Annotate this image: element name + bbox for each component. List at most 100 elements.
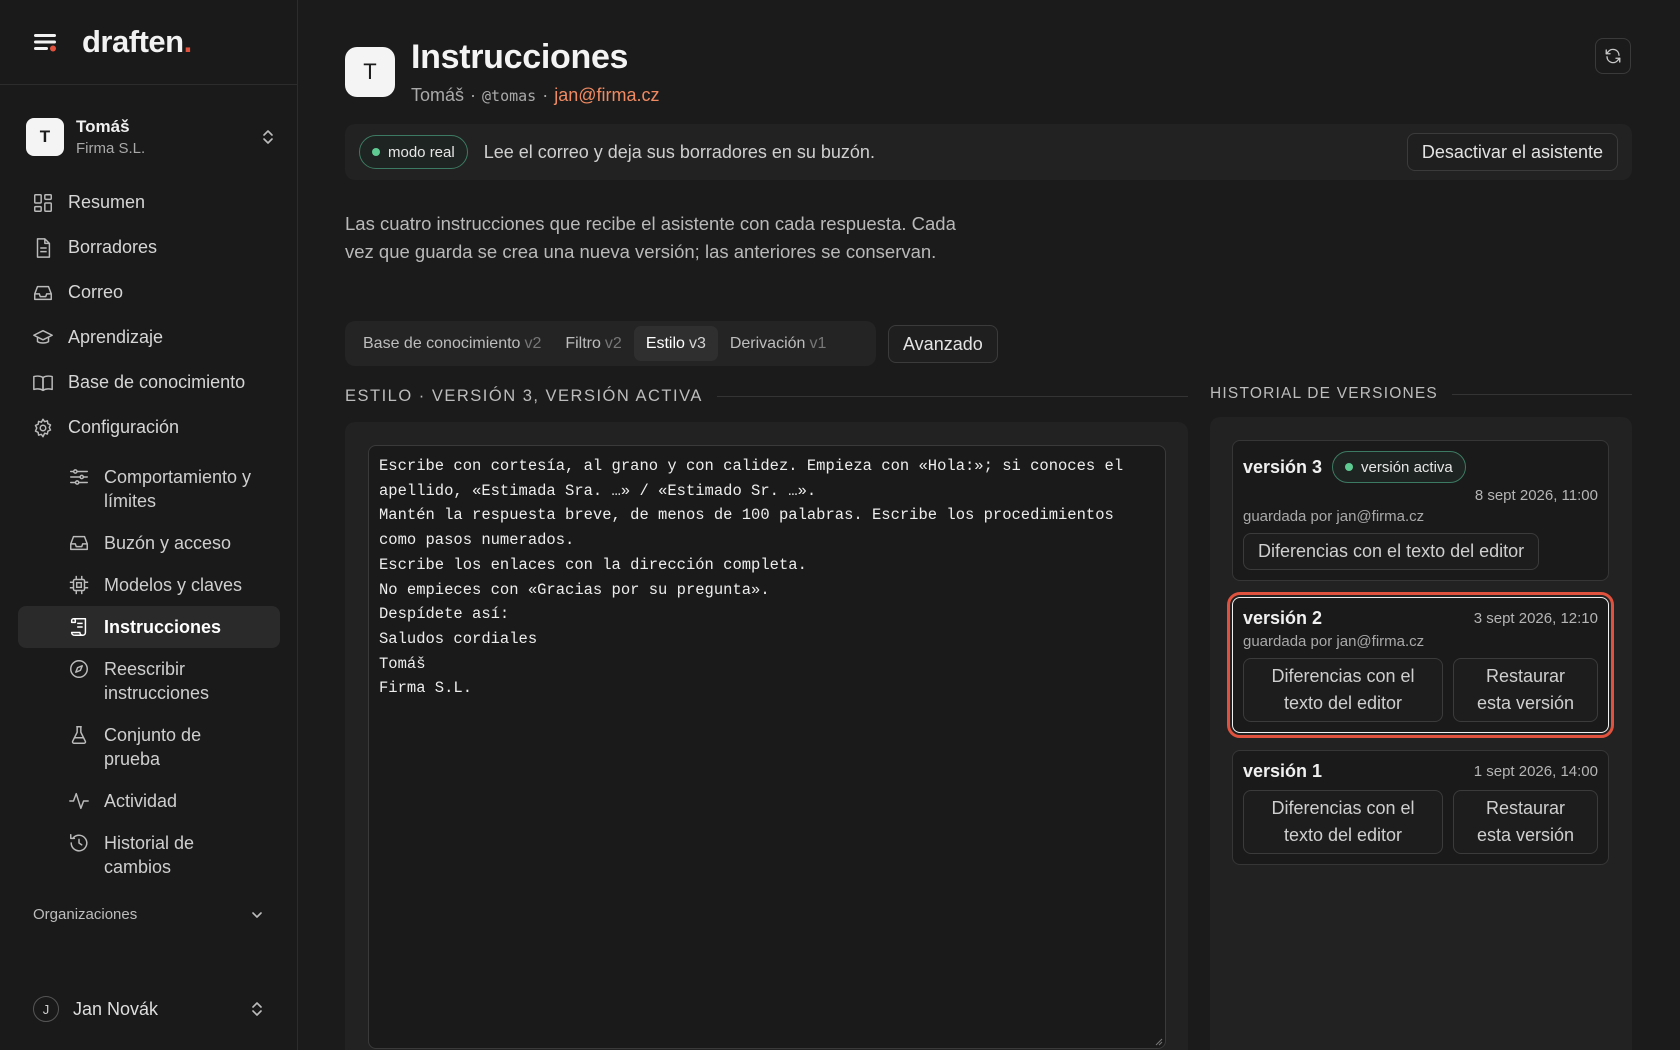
sub-nav-item-label: Reescribir instrucciones [104, 659, 210, 703]
nav-item-label: Aprendizaje [68, 327, 164, 347]
header-user-name: Tomáš [411, 85, 465, 105]
scroll-icon [70, 618, 87, 636]
sub-nav-item-historial[interactable]: Historial de cambios [18, 822, 280, 888]
header-handle: @tomas [482, 87, 537, 105]
dashboard-icon [34, 193, 52, 212]
sub-nav-item-comportamiento[interactable]: Comportamiento y límites [18, 456, 280, 522]
sub-nav-item-reescribir[interactable]: Reescribir instrucciones [18, 648, 280, 714]
page-subtitle: Tomáš · @tomas · jan@firma.cz [411, 85, 660, 106]
sub-nav-item-label: Instrucciones [104, 617, 222, 637]
user-name: Jan Novák [73, 998, 159, 1019]
nav-item-correo[interactable]: Correo [18, 270, 280, 315]
page-avatar: T [345, 47, 395, 97]
history-heading-text: HISTORIAL DE VERSIONES [1210, 385, 1438, 402]
separator: · [542, 85, 549, 105]
mode-badge: modo real [359, 135, 468, 169]
history-icon [70, 834, 88, 852]
sub-nav-item-instrucciones[interactable]: Instrucciones [18, 606, 280, 648]
status-dot [372, 148, 380, 156]
page-description: Las cuatro instrucciones que recibe el a… [345, 213, 956, 262]
tab-version: v1 [809, 334, 827, 352]
tab-base-de-conocimiento[interactable]: Base de conocimiento v2 [351, 326, 553, 361]
user-menu[interactable]: J Jan Novák [33, 994, 265, 1024]
nav-item-resumen[interactable]: Resumen [18, 180, 280, 225]
tab-label: Base de conocimiento [363, 334, 521, 352]
tab-version: v3 [688, 334, 706, 352]
sub-nav-item-label: Actividad [104, 791, 178, 811]
diff-button[interactable]: Diferencias con el texto del editor [1243, 790, 1443, 854]
compass-icon [70, 660, 88, 678]
assistant-status-banner: modo real Lee el correo y deja sus borra… [345, 124, 1632, 180]
nav-item-aprendizaje[interactable]: Aprendizaje [18, 315, 280, 360]
instructions-text[interactable]: Escribe con cortesía, al grano y con cal… [379, 454, 1155, 701]
refresh-button[interactable] [1595, 38, 1631, 74]
restore-version-button[interactable]: Restaurar esta versión [1453, 790, 1598, 854]
tab-label: Derivación [729, 334, 806, 352]
gear-icon [34, 418, 52, 437]
document-icon [36, 237, 51, 258]
sub-nav-item-actividad[interactable]: Actividad [18, 780, 280, 822]
nav-item-borradores[interactable]: Borradores [18, 225, 280, 270]
nav-item-configuracion[interactable]: Configuración [18, 405, 280, 450]
separator: · [470, 85, 477, 105]
diff-button[interactable]: Diferencias con el texto del editor [1243, 658, 1443, 722]
diff-button[interactable]: Diferencias con el texto del editor [1243, 533, 1540, 570]
nav-item-label: Correo [68, 282, 124, 302]
status-dot [1345, 463, 1354, 471]
version-date: 1 sept 2026, 14:00 [1473, 763, 1598, 780]
refresh-icon [1605, 48, 1621, 64]
editor-panel: Escribe con cortesía, al grano y con cal… [345, 422, 1188, 1050]
banner-text: Lee el correo y deja sus borradores en s… [483, 141, 875, 162]
sub-nav-item-conjunto-de-prueba[interactable]: Conjunto de prueba [18, 714, 280, 780]
inbox-icon [34, 285, 52, 300]
mode-label: modo real [388, 143, 455, 161]
resize-handle-icon[interactable] [1153, 1036, 1163, 1046]
tab-version: v2 [604, 334, 622, 352]
tab-label: Estilo [645, 334, 685, 352]
nav-item-label: Borradores [68, 237, 158, 257]
account-avatar: T [26, 118, 64, 156]
sidebar: draften. T Tomáš Firma S.L. Resumen Borr… [0, 0, 298, 1050]
header-email[interactable]: jan@firma.cz [554, 85, 659, 106]
tab-label: Filtro [565, 334, 601, 352]
sub-nav-item-buzon[interactable]: Buzón y acceso [18, 522, 280, 564]
tab-derivacion[interactable]: Derivación v1 [718, 326, 839, 361]
instructions-editor[interactable]: Escribe con cortesía, al grano y con cal… [368, 445, 1166, 1049]
version-date: 8 sept 2026, 11:00 [1474, 487, 1598, 504]
brand-row: draften. [0, 0, 297, 85]
nav-item-label: Configuración [68, 417, 180, 437]
sliders-icon [70, 469, 88, 485]
version-label: versión 2 [1243, 608, 1323, 628]
sub-nav-item-modelos[interactable]: Modelos y claves [18, 564, 280, 606]
organizations-label: Organizaciones [33, 906, 138, 923]
nav-item-label: Base de conocimiento [68, 372, 246, 392]
instruction-tabs: Base de conocimiento v2 Filtro v2 Estilo v3… [345, 321, 876, 366]
tab-estilo[interactable]: Estilo v3 [633, 326, 718, 361]
version-card: versión 3 versión activa 8 sept 2026, 11… [1232, 440, 1609, 581]
user-avatar: J [33, 996, 59, 1022]
chip-icon [69, 575, 89, 595]
advanced-button[interactable]: Avanzado [888, 325, 998, 363]
organizations-toggle[interactable]: Organizaciones [33, 906, 265, 923]
account-switcher[interactable]: T Tomáš Firma S.L. [26, 112, 276, 162]
chevron-down-icon [252, 911, 262, 918]
chevron-up-down-icon [263, 130, 273, 144]
version-label: versión 1 [1243, 761, 1323, 781]
account-name: Tomáš [76, 117, 130, 136]
tab-filtro[interactable]: Filtro v2 [553, 326, 633, 361]
divider [1451, 393, 1632, 395]
version-card[interactable]: versión 2 3 sept 2026, 12:10 guardada po… [1227, 592, 1614, 738]
editor-heading-text: ESTILO · VERSIÓN 3, VERSIÓN ACTIVA [345, 387, 703, 405]
deactivate-assistant-button[interactable]: Desactivar el asistente [1406, 133, 1618, 171]
restore-version-button[interactable]: Restaurar esta versión [1453, 658, 1598, 722]
menu-icon[interactable] [32, 31, 60, 53]
divider [716, 396, 1188, 397]
version-card: versión 1 1 sept 2026, 14:00 Diferencias… [1232, 750, 1609, 865]
version-saved-by: guardada por jan@firma.cz [1243, 633, 1425, 650]
history-heading: HISTORIAL DE VERSIONES [1210, 385, 1632, 403]
sub-nav-item-label: Historial de cambios [104, 833, 195, 877]
sub-nav-item-label: Buzón y acceso [104, 533, 232, 553]
nav-item-base-de-conocimiento[interactable]: Base de conocimiento [18, 360, 280, 405]
sub-nav-item-label: Modelos y claves [104, 575, 243, 595]
tab-version: v2 [524, 334, 542, 352]
